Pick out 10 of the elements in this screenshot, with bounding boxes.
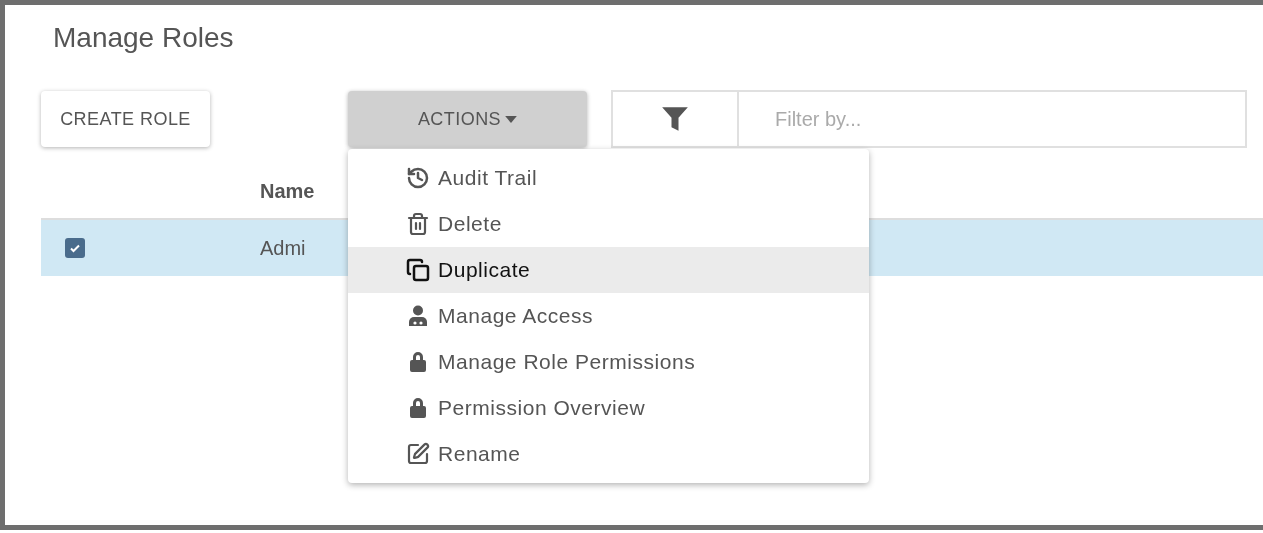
menu-item-label: Manage Role Permissions — [438, 349, 696, 376]
menu-item-label: Duplicate — [438, 257, 531, 284]
menu-item-label: Delete — [438, 211, 502, 238]
menu-item-label: Manage Access — [438, 303, 594, 330]
dialog-title: Manage Roles — [53, 22, 234, 53]
column-header: Name — [260, 179, 315, 204]
table-cell-text: Admi — [260, 236, 306, 261]
menu-item-label: Audit Trail — [438, 165, 538, 192]
menu-item-label: Rename — [438, 441, 521, 468]
menu-item-label: Permission Overview — [438, 395, 646, 422]
